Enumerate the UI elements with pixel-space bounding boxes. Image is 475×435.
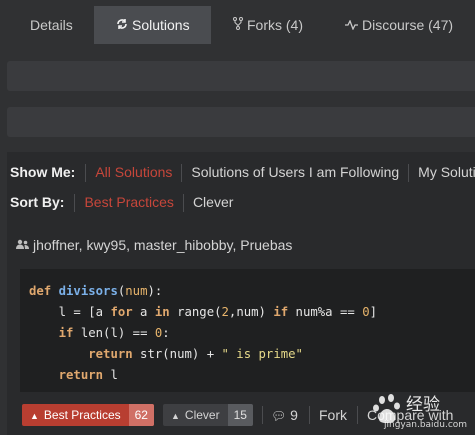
divider xyxy=(408,164,410,183)
tab-discourse[interactable]: Discourse (47) xyxy=(345,6,453,44)
divider xyxy=(182,194,184,213)
best-practices-count: 62 xyxy=(128,404,154,426)
best-practices-vote-button[interactable]: ▲ Best Practices 62 xyxy=(22,404,154,426)
divider xyxy=(357,406,358,424)
chevron-up-icon: ▲ xyxy=(171,411,180,421)
placeholder-bar-1 xyxy=(7,61,475,91)
divider xyxy=(85,164,87,183)
divider xyxy=(181,164,183,183)
code-line: if len(l) == 0: xyxy=(58,326,170,340)
tab-discourse-label: Discourse (47) xyxy=(362,17,454,33)
authors-text[interactable]: jhoffner, kwy95, master_hibobby, Pruebas xyxy=(33,237,292,253)
show-me-filter: Show Me: All Solutions Solutions of Users … xyxy=(10,161,475,183)
code-line: def divisors(num): xyxy=(29,284,163,298)
tab-forks[interactable]: Forks (4) xyxy=(233,6,303,44)
tab-details[interactable]: Details xyxy=(16,6,87,44)
fork-button[interactable]: Fork xyxy=(319,404,347,426)
discourse-icon xyxy=(345,7,358,45)
compare-button[interactable]: Compare with xyxy=(367,404,453,426)
clever-count: 15 xyxy=(227,404,253,426)
tab-details-label: Details xyxy=(30,17,73,33)
tab-solutions-label: Solutions xyxy=(132,17,190,33)
sort-best-practices[interactable]: Best Practices xyxy=(84,191,173,213)
filter-all-solutions[interactable]: All Solutions xyxy=(95,161,172,183)
clever-vote-button[interactable]: ▲ Clever 15 xyxy=(163,404,253,426)
comments-button[interactable]: 💬︎ 9 xyxy=(271,404,298,426)
compare-label: Compare with xyxy=(367,407,454,423)
filter-my-solutions[interactable]: My Solutions xyxy=(418,161,475,183)
sort-clever[interactable]: Clever xyxy=(193,191,233,213)
sort-by-label: Sort By: xyxy=(10,194,65,210)
best-practices-label: Best Practices xyxy=(43,408,121,422)
code-line: l = [a for a in range(2,num) if num%a ==… xyxy=(29,305,378,319)
code-line: return str(num) + " is prime" xyxy=(88,347,303,361)
clever-label: Clever xyxy=(184,408,220,422)
fork-icon xyxy=(233,7,243,45)
solutions-icon xyxy=(116,7,128,45)
divider xyxy=(309,406,310,424)
comments-count: 9 xyxy=(290,407,298,423)
solution-tabs: Details Solutions Forks (4) Discourse (4… xyxy=(0,0,475,47)
placeholder-bar-2 xyxy=(7,107,475,137)
chevron-up-icon: ▲ xyxy=(30,411,39,421)
solution-authors: jhoffner, kwy95, master_hibobby, Pruebas xyxy=(16,237,292,253)
sort-by-filter: Sort By: Best Practices Clever xyxy=(10,191,233,213)
divider xyxy=(74,194,76,213)
code-line: return l xyxy=(58,368,118,382)
fork-label: Fork xyxy=(319,407,347,423)
divider xyxy=(262,406,263,424)
filter-following[interactable]: Solutions of Users I am Following xyxy=(191,161,399,183)
comment-icon: 💬︎ xyxy=(271,409,287,423)
tab-solutions[interactable]: Solutions xyxy=(94,6,211,44)
code-block: def divisors(num): l = [a for a in range… xyxy=(20,269,475,392)
users-icon xyxy=(16,239,29,253)
tab-forks-label: Forks (4) xyxy=(247,17,303,33)
show-me-label: Show Me: xyxy=(10,164,76,180)
